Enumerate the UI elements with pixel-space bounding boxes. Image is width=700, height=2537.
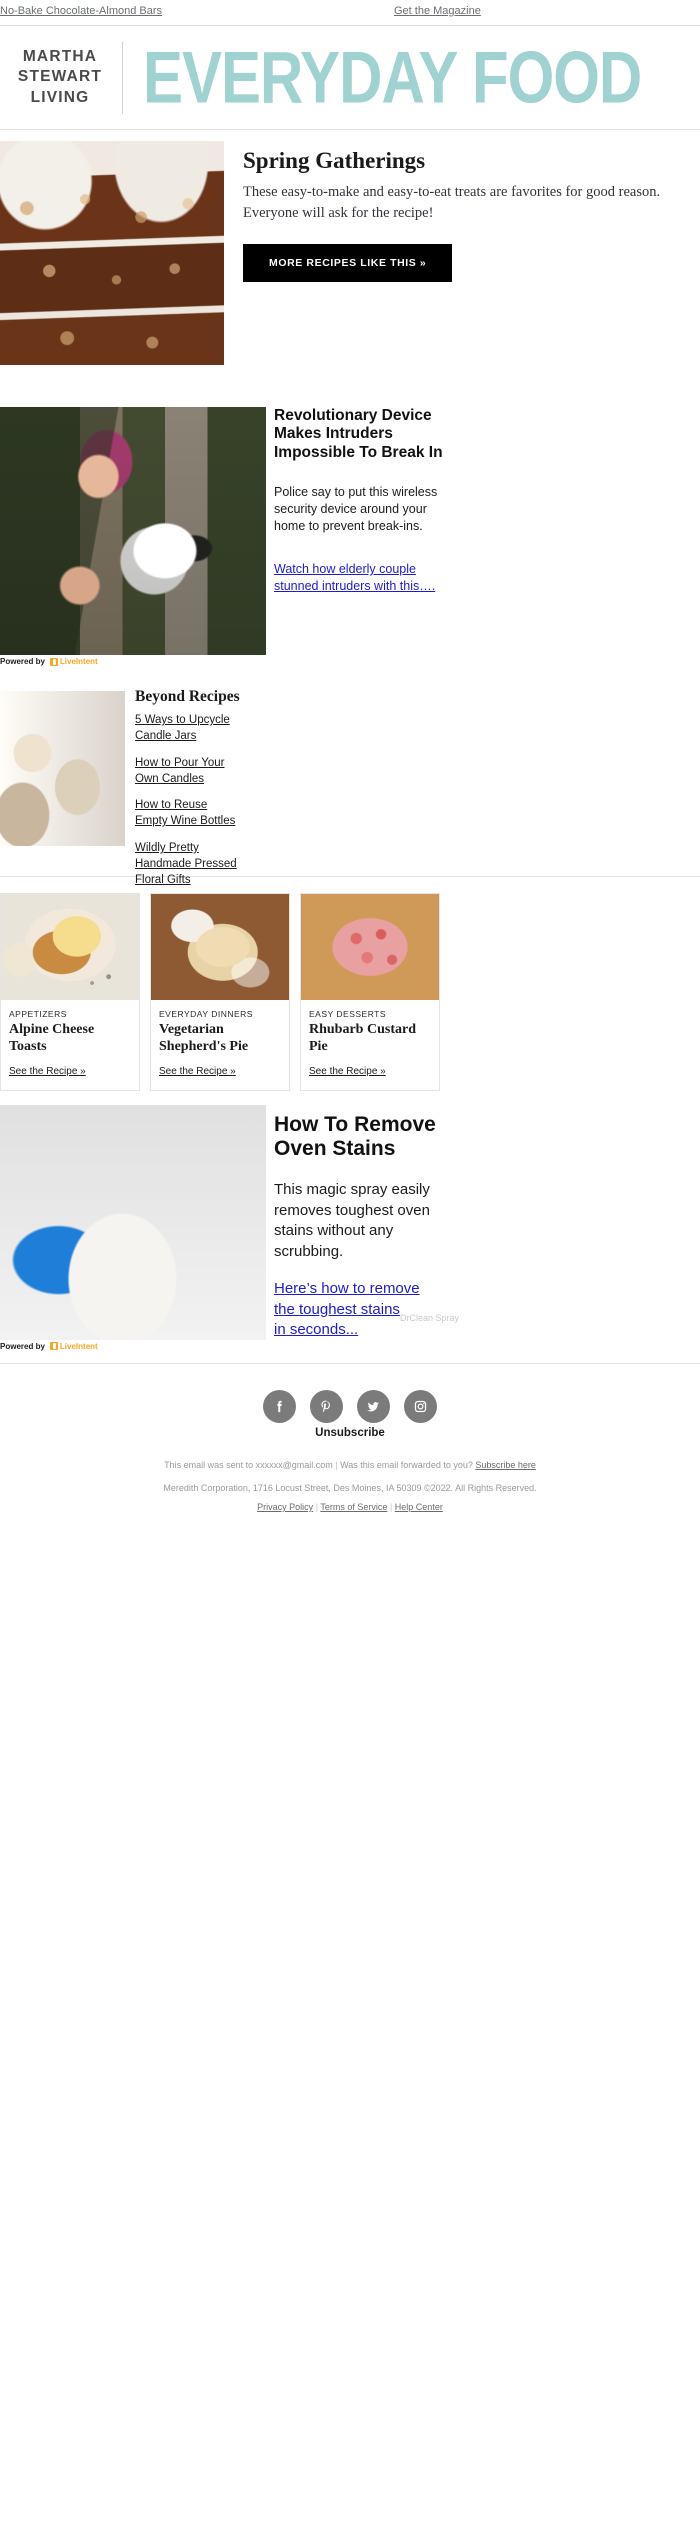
terms-of-service-link[interactable]: Terms of Service — [320, 1502, 387, 1512]
footer-line-policies: Privacy Policy | Terms of Service | Help… — [257, 1501, 443, 1512]
recipe-card-image[interactable] — [301, 894, 439, 1000]
recipe-card-kicker: EASY DESSERTS — [309, 1009, 387, 1019]
instagram-icon[interactable] — [404, 1389, 437, 1423]
recipe-card-image[interactable] — [1, 894, 139, 1000]
footer-line-address: Meredith Corporation, 1716 Locust Street… — [163, 1482, 537, 1493]
recipe-card-title: Rhubarb Custard Pie — [309, 1022, 416, 1054]
hero-image[interactable] — [0, 141, 224, 365]
recipe-card-title: Alpine Cheese Toasts — [9, 1022, 95, 1054]
masthead-divider — [122, 41, 123, 114]
beyond-recipes-text: Beyond Recipes 5 Ways to Upcycle Candle … — [135, 688, 315, 900]
ad-security-headline: Revolutionary Device Makes Intruders Imp… — [274, 407, 443, 461]
preheader-article-link[interactable]: No-Bake Chocolate-Almond Bars — [0, 5, 162, 17]
hero-body: These easy-to-make and easy-to-eat treat… — [243, 184, 661, 222]
ad-oven-body: This magic spray easily removes toughest… — [274, 1181, 430, 1260]
footer-line-sent: This email was sent to xxxxxx@gmail.com … — [164, 1459, 536, 1470]
beyond-recipes-image[interactable] — [0, 691, 125, 846]
more-recipes-button[interactable]: MORE RECIPES LIKE THIS » — [243, 243, 453, 282]
see-the-recipe-link[interactable]: See the Recipe » — [159, 1066, 236, 1077]
see-the-recipe-link[interactable]: See the Recipe » — [309, 1066, 386, 1077]
brand-line-1: MARTHA — [22, 47, 98, 65]
recipe-card-body: APPETIZERS Alpine Cheese Toasts See the … — [1, 1000, 139, 1090]
recipe-card-body: EASY DESSERTS Rhubarb Custard Pie See th… — [301, 1000, 439, 1090]
beyond-link-3[interactable]: Wildly Pretty Handmade Pressed Floral Gi… — [135, 841, 240, 889]
brand-line-2: STEWART — [17, 68, 103, 86]
recipe-card[interactable]: EASY DESSERTS Rhubarb Custard Pie See th… — [300, 893, 440, 1091]
sponsored-ad-oven: How To Remove Oven Stains This magic spr… — [0, 1104, 700, 1363]
ad-security-text: Revolutionary Device Makes Intruders Imp… — [274, 407, 694, 595]
everyday-food-wordmark[interactable]: EVERYDAY FOOD — [143, 40, 642, 114]
ad-security-image[interactable] — [0, 407, 266, 655]
recipe-card-grid: APPETIZERS Alpine Cheese Toasts See the … — [0, 893, 700, 1091]
ad-oven-image[interactable] — [0, 1105, 266, 1340]
masthead: MARTHA STEWART LIVING EVERYDAY FOOD — [0, 26, 700, 130]
facebook-icon[interactable] — [263, 1389, 296, 1423]
twitter-icon[interactable] — [357, 1389, 390, 1423]
recipe-card-image[interactable] — [151, 894, 289, 1000]
beyond-recipes-title: Beyond Recipes — [135, 688, 240, 705]
martha-stewart-living-logo[interactable]: MARTHA STEWART LIVING — [12, 47, 108, 108]
ad-oven-text: How To Remove Oven Stains This magic spr… — [274, 1113, 694, 1341]
recipe-card-body: EVERYDAY DINNERS Vegetarian Shepherd's P… — [151, 1000, 289, 1090]
brand-line-3: LIVING — [30, 88, 90, 106]
beyond-link-1[interactable]: How to Pour Your Own Candles — [135, 756, 240, 788]
recipe-card[interactable]: APPETIZERS Alpine Cheese Toasts See the … — [0, 893, 140, 1091]
recipe-card[interactable]: EVERYDAY DINNERS Vegetarian Shepherd's P… — [150, 893, 290, 1091]
liveintent-icon — [49, 657, 58, 666]
recipe-card-kicker: EVERYDAY DINNERS — [159, 1009, 253, 1019]
ad-security-link[interactable]: Watch how elderly couple stunned intrude… — [274, 561, 694, 595]
get-the-magazine-link[interactable]: Get the Magazine — [394, 5, 481, 17]
footer-legal: This email was sent to xxxxxx@gmail.com … — [0, 1457, 700, 1516]
social-links — [0, 1364, 700, 1423]
recipe-card-kicker: APPETIZERS — [9, 1009, 67, 1019]
beyond-link-2[interactable]: How to Reuse Empty Wine Bottles — [135, 798, 240, 830]
hero-section: Spring Gatherings These easy-to-make and… — [0, 141, 700, 407]
help-center-link[interactable]: Help Center — [395, 1502, 443, 1512]
powered-by-liveintent-security[interactable]: Powered by LiveIntent — [0, 657, 98, 666]
subscribe-here-link[interactable]: Subscribe here — [475, 1460, 536, 1470]
sponsored-ad-security: Revolutionary Device Makes Intruders Imp… — [0, 407, 700, 679]
powered-by-liveintent-oven[interactable]: Powered by LiveIntent — [0, 1342, 98, 1351]
beyond-recipes-section: Beyond Recipes 5 Ways to Upcycle Candle … — [0, 688, 700, 886]
privacy-policy-link[interactable]: Privacy Policy — [257, 1502, 313, 1512]
ad-security-body: Police say to put this wireless security… — [274, 484, 438, 534]
ad-oven-advertiser: DrClean Spray — [400, 1312, 460, 1323]
pinterest-icon[interactable] — [310, 1389, 343, 1423]
beyond-link-0[interactable]: 5 Ways to Upcycle Candle Jars — [135, 713, 240, 745]
hero-text-block: Spring Gatherings These easy-to-make and… — [243, 148, 700, 282]
email-newsletter: No-Bake Chocolate-Almond Bars Get the Ma… — [0, 0, 700, 1516]
ad-oven-headline: How To Remove Oven Stains — [274, 1112, 436, 1161]
unsubscribe-link[interactable]: Unsubscribe — [315, 1427, 385, 1439]
see-the-recipe-link[interactable]: See the Recipe » — [9, 1066, 86, 1077]
preheader-bar: No-Bake Chocolate-Almond Bars Get the Ma… — [0, 0, 700, 26]
recipe-card-title: Vegetarian Shepherd's Pie — [159, 1022, 249, 1054]
ad-oven-link[interactable]: Here’s how to remove the toughest stains… — [274, 1279, 694, 1341]
section-divider — [0, 876, 700, 877]
footer: Unsubscribe This email was sent to xxxxx… — [0, 1363, 700, 1516]
liveintent-icon — [49, 1342, 58, 1351]
hero-title: Spring Gatherings — [243, 148, 426, 173]
